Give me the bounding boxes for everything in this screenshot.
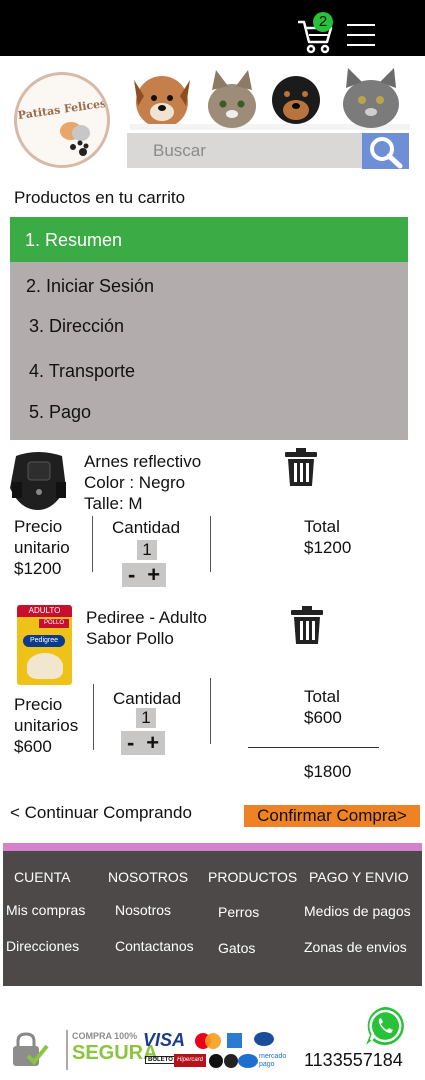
continue-shopping-link[interactable]: < Continuar Comprando xyxy=(10,803,192,823)
search-button[interactable] xyxy=(362,133,409,169)
package-dog-photo xyxy=(27,653,63,679)
footer-link-shipping-zones[interactable]: Zonas de envios xyxy=(304,939,407,955)
mercadopago-logo: mercado pago xyxy=(259,1053,287,1068)
unit-price-label: Precio xyxy=(14,695,63,714)
elo-logo xyxy=(209,1054,223,1068)
unit-price-label-2: unitario xyxy=(14,538,70,557)
phone-number[interactable]: 1133557184 xyxy=(304,1050,403,1071)
unit-price: $1200 xyxy=(14,559,62,578)
divider xyxy=(93,684,94,750)
trash-icon[interactable] xyxy=(284,448,318,486)
footer-link-contact[interactable]: Contactanos xyxy=(115,938,194,954)
decrease-button[interactable]: - xyxy=(127,731,134,755)
pets-logo-icon xyxy=(60,122,90,156)
line-total: $1200 xyxy=(304,538,352,557)
footer-heading-account: CUENTA xyxy=(14,869,71,885)
cart-title: Productos en tu carrito xyxy=(14,188,186,207)
amex-logo xyxy=(227,1033,242,1048)
boleto-logo: BOLETO xyxy=(145,1056,176,1064)
dog-food-image: ADULTO POLLO Pedigree xyxy=(17,605,72,685)
quantity-value[interactable]: 1 xyxy=(136,708,156,728)
magnifier-icon xyxy=(370,137,403,169)
badge-divider xyxy=(66,1030,68,1070)
divider xyxy=(92,516,93,572)
line-total: $600 xyxy=(304,708,342,727)
product-name: Arnes reflectivo xyxy=(84,452,202,471)
footer-link-about-us[interactable]: Nosotros xyxy=(115,902,171,918)
secure-payment-badge: COMPRA 100% SEGURA VISA BOLETO Hipercard… xyxy=(10,1028,286,1072)
cart-count-badge: 2 xyxy=(313,12,333,32)
search-input[interactable] xyxy=(127,133,362,168)
step-address[interactable]: 3. Dirección xyxy=(29,316,124,337)
logo[interactable]: Patitas Felices xyxy=(14,72,110,168)
divider xyxy=(210,678,211,744)
product-flavor: Sabor Pollo xyxy=(86,629,174,648)
unit-price: $600 xyxy=(14,737,52,756)
package-brand: Pedigree xyxy=(23,635,65,647)
footer: CUENTA NOSOTROS PRODUCTOS PAGO Y ENVIO M… xyxy=(3,851,422,986)
footer-heading-payment-shipping: PAGO Y ENVIO xyxy=(309,869,409,885)
footer-accent-bar xyxy=(3,843,422,851)
footer-link-payment-methods[interactable]: Medios de pagos xyxy=(304,903,411,919)
elo-logo-2 xyxy=(224,1054,238,1068)
step-summary-label: 1. Resumen xyxy=(25,230,123,250)
unit-price-label-2: unitarios xyxy=(14,716,79,735)
harness-image xyxy=(10,452,66,510)
unit-price-label: Precio xyxy=(14,517,63,536)
step-payment[interactable]: 5. Pago xyxy=(29,402,91,423)
total-separator xyxy=(248,747,379,748)
product-size: Talle: M xyxy=(84,494,143,513)
footer-link-addresses[interactable]: Direcciones xyxy=(6,938,79,954)
quantity-stepper: - + xyxy=(122,563,166,587)
visa-logo: VISA xyxy=(143,1030,186,1050)
mercadopago-icon xyxy=(238,1054,258,1068)
increase-button[interactable]: + xyxy=(147,563,160,587)
decrease-button[interactable]: - xyxy=(128,563,135,587)
mastercard-logo xyxy=(195,1033,221,1049)
diners-logo xyxy=(254,1032,274,1046)
quantity-label: Cantidad xyxy=(113,689,182,708)
package-text: ADULTO xyxy=(17,605,72,617)
padlock-check-icon xyxy=(13,1032,49,1066)
total-label: Total xyxy=(304,517,340,536)
footer-heading-about: NOSOTROS xyxy=(108,869,189,885)
total-label: Total xyxy=(304,687,340,706)
product-color: Color : Negro xyxy=(84,473,186,492)
step-shipping[interactable]: 4. Transporte xyxy=(29,361,135,382)
footer-link-dogs[interactable]: Perros xyxy=(218,904,259,920)
footer-link-cats[interactable]: Gatos xyxy=(218,940,255,956)
secure-text: COMPRA 100% xyxy=(72,1031,138,1041)
quantity-stepper: - + xyxy=(121,731,165,755)
whatsapp-icon[interactable] xyxy=(364,1005,406,1047)
quantity-label: Cantidad xyxy=(112,518,181,537)
confirm-purchase-button[interactable]: Confirmar Compra> xyxy=(244,805,420,827)
quantity-value[interactable]: 1 xyxy=(137,540,157,560)
hamburger-menu-icon[interactable] xyxy=(347,24,375,46)
increase-button[interactable]: + xyxy=(146,731,159,755)
footer-link-my-purchases[interactable]: Mis compras xyxy=(6,902,85,918)
step-summary[interactable]: 1. Resumen xyxy=(10,217,408,262)
step-login[interactable]: 2. Iniciar Sesión xyxy=(26,276,154,297)
package-flavor-text: POLLO xyxy=(39,619,69,628)
divider xyxy=(210,516,211,572)
product-name: Pediree - Adulto xyxy=(86,608,207,627)
footer-heading-products: PRODUCTOS xyxy=(208,869,298,885)
trash-icon[interactable] xyxy=(290,606,324,644)
grand-total: $1800 xyxy=(304,762,352,781)
hipercard-logo: Hipercard xyxy=(174,1054,206,1067)
pets-banner-image xyxy=(130,68,410,130)
